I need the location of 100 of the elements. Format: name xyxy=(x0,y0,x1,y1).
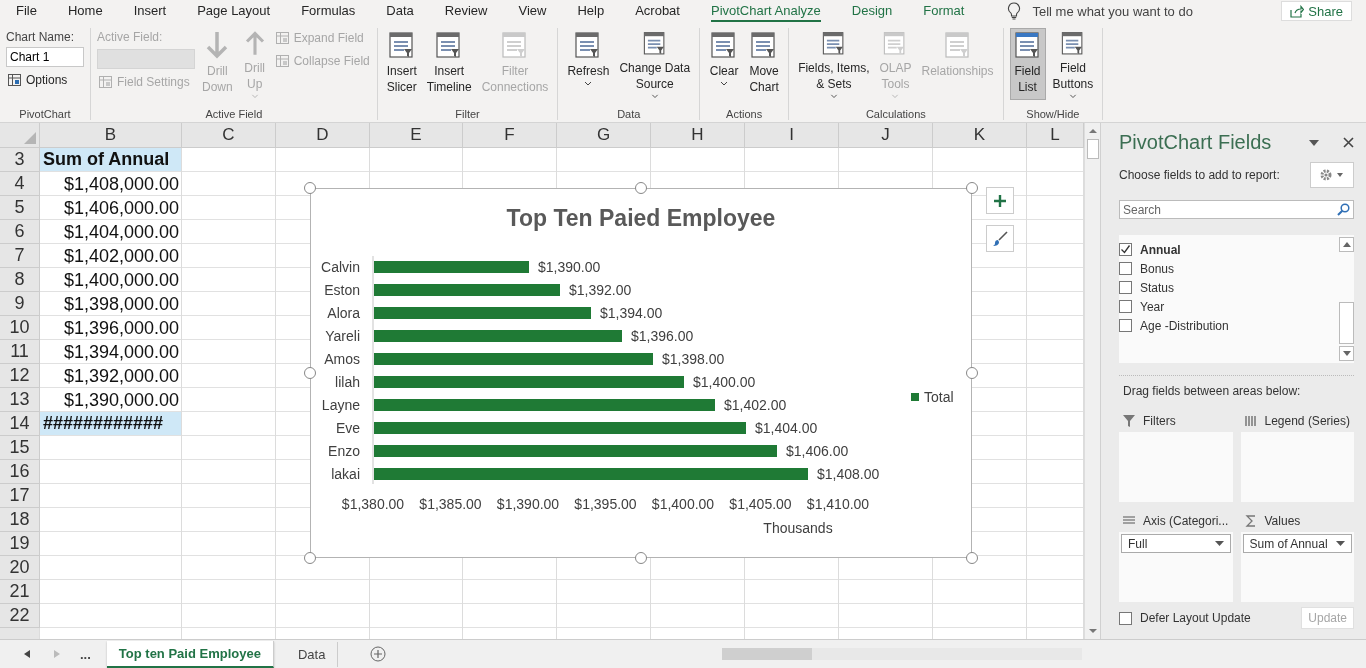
column-header[interactable]: E xyxy=(370,123,463,148)
add-element-button[interactable] xyxy=(986,187,1014,214)
scroll-up-icon[interactable] xyxy=(1342,242,1351,247)
column-header[interactable]: C xyxy=(182,123,276,148)
ribbon-button[interactable]: Fields, Items, & Sets xyxy=(795,28,873,100)
ribbon-button[interactable]: Refresh xyxy=(564,28,613,100)
scroll-thumb[interactable] xyxy=(1339,302,1354,344)
chart-name-field[interactable]: Chart 1 xyxy=(6,47,84,67)
row-header[interactable]: 19 xyxy=(0,532,40,556)
menu-tab[interactable]: Acrobat xyxy=(635,0,680,22)
share-button[interactable]: Share xyxy=(1281,1,1352,21)
row-header[interactable]: 20 xyxy=(0,556,40,580)
row-header[interactable]: 4 xyxy=(0,172,40,196)
row-header[interactable]: 7 xyxy=(0,244,40,268)
row-header[interactable]: 15 xyxy=(0,436,40,460)
column-header[interactable]: G xyxy=(557,123,651,148)
active-field-input[interactable] xyxy=(97,49,195,69)
menu-tab[interactable]: Insert xyxy=(133,0,167,22)
scroll-down-icon[interactable] xyxy=(1087,627,1098,635)
ribbon-button[interactable]: Insert Slicer xyxy=(383,28,420,100)
column-header[interactable]: K xyxy=(933,123,1027,148)
ribbon-button[interactable]: Change Data Source xyxy=(616,28,694,100)
field-name[interactable]: Age -Distribution xyxy=(1140,318,1229,333)
settings-button[interactable] xyxy=(1310,162,1354,188)
ribbon-button[interactable]: Move Chart xyxy=(746,28,783,100)
row-header[interactable]: 13 xyxy=(0,388,40,412)
field-name[interactable]: Year xyxy=(1140,299,1165,314)
row-header[interactable]: 14 xyxy=(0,412,40,436)
ribbon-button[interactable]: Insert Timeline xyxy=(423,28,475,100)
menu-tab[interactable]: Review xyxy=(444,0,488,22)
checkbox[interactable] xyxy=(1119,262,1132,275)
tell-me-field[interactable]: Tell me what you want to do xyxy=(1032,3,1193,19)
field-dropdown[interactable]: Sum of Annual xyxy=(1242,534,1352,553)
menu-tab[interactable]: Format xyxy=(923,0,965,22)
chart-style-button[interactable] xyxy=(986,225,1014,252)
more-sheets-button[interactable]: ... xyxy=(80,646,91,662)
row-header[interactable]: 10 xyxy=(0,316,40,340)
drop-area[interactable]: Sum of Annual xyxy=(1240,532,1354,602)
row-header[interactable]: 18 xyxy=(0,508,40,532)
menu-tab[interactable]: File xyxy=(16,0,37,22)
ribbon-button[interactable]: Clear xyxy=(706,28,743,100)
select-all-corner[interactable] xyxy=(0,123,40,148)
scroll-up-icon[interactable] xyxy=(1087,127,1098,135)
data-label: $1,400.00 xyxy=(693,374,756,390)
row-header[interactable]: 12 xyxy=(0,364,40,388)
row-header[interactable]: 16 xyxy=(0,460,40,484)
menu-tab[interactable]: Data xyxy=(386,0,414,22)
row-header[interactable]: 8 xyxy=(0,268,40,292)
row-header[interactable]: 22 xyxy=(0,604,40,628)
column-header[interactable]: L xyxy=(1027,123,1084,148)
menu-tab[interactable]: Formulas xyxy=(301,0,356,22)
scroll-thumb[interactable] xyxy=(722,648,812,660)
close-icon[interactable] xyxy=(1343,137,1354,148)
scroll-thumb[interactable] xyxy=(1086,139,1099,159)
row-header[interactable]: 21 xyxy=(0,580,40,604)
column-header[interactable]: I xyxy=(745,123,839,148)
scroll-down-icon[interactable] xyxy=(1342,351,1351,356)
field-name[interactable]: Annual xyxy=(1140,242,1181,257)
sheet-tab[interactable]: Top ten Paid Employee xyxy=(106,640,274,668)
column-header[interactable]: H xyxy=(651,123,745,148)
menu-tab[interactable]: Home xyxy=(67,0,103,22)
menu-tab[interactable]: Page Layout xyxy=(197,0,271,22)
menu-tab[interactable]: Help xyxy=(577,0,605,22)
scroll-right-icon[interactable] xyxy=(54,650,60,658)
row-header[interactable]: 11 xyxy=(0,340,40,364)
add-sheet-icon[interactable] xyxy=(370,646,387,662)
search-field[interactable]: Search xyxy=(1119,200,1354,219)
row-header[interactable]: 3 xyxy=(0,148,40,172)
list-scrollbar[interactable] xyxy=(1339,235,1354,363)
ribbon-button[interactable]: Field Buttons xyxy=(1049,28,1097,100)
row-header[interactable]: 6 xyxy=(0,220,40,244)
checkbox[interactable] xyxy=(1119,281,1132,294)
row-header[interactable]: 17 xyxy=(0,484,40,508)
row-header[interactable]: 9 xyxy=(0,292,40,316)
ribbon-button[interactable]: Field List xyxy=(1009,28,1046,100)
horizontal-scrollbar[interactable] xyxy=(722,648,1082,660)
drop-area[interactable]: Full xyxy=(1119,532,1233,602)
sheet-tab[interactable]: Data xyxy=(285,641,339,667)
vertical-scrollbar[interactable] xyxy=(1084,123,1100,639)
menu-tab[interactable]: Design xyxy=(851,0,893,22)
menu-tab[interactable]: View xyxy=(518,0,547,22)
defer-label[interactable]: Defer Layout Update xyxy=(1140,611,1251,625)
checkbox[interactable] xyxy=(1119,319,1132,332)
checkbox[interactable] xyxy=(1119,243,1132,256)
checkbox[interactable] xyxy=(1119,611,1132,625)
column-header[interactable]: B xyxy=(40,123,182,148)
checkbox[interactable] xyxy=(1119,300,1132,313)
area-label: Filters xyxy=(1143,414,1176,428)
column-header[interactable]: J xyxy=(839,123,933,148)
field-dropdown[interactable]: Full xyxy=(1121,534,1231,553)
field-name[interactable]: Status xyxy=(1140,280,1175,295)
row-header[interactable]: 5 xyxy=(0,196,40,220)
menu-tab[interactable]: PivotChart Analyze xyxy=(710,0,821,22)
tick-label: $1,410.00 xyxy=(806,496,870,512)
field-name[interactable]: Bonus xyxy=(1140,261,1175,276)
ribbon-button[interactable]: Options xyxy=(6,70,84,90)
column-header[interactable]: F xyxy=(463,123,557,148)
column-header[interactable]: D xyxy=(276,123,370,148)
scroll-left-icon[interactable] xyxy=(24,650,30,658)
dropdown-icon[interactable] xyxy=(1309,139,1319,146)
